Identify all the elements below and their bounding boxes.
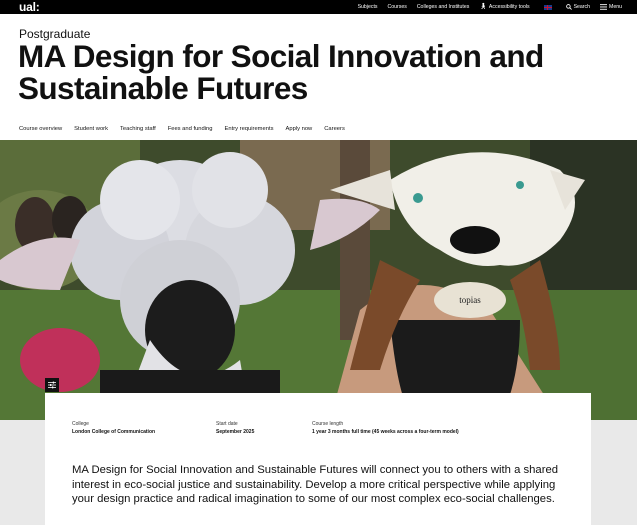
- nav-menu-label: Menu: [609, 4, 622, 10]
- fact-start-date: Start date September 2025: [216, 420, 312, 436]
- fact-college: College London College of Communication: [72, 420, 216, 436]
- global-nav: Subjects Courses Colleges and Institutes…: [353, 0, 627, 14]
- fact-course-length-label: Course length: [312, 421, 344, 427]
- subnav-course-overview[interactable]: Course overview: [19, 126, 62, 132]
- nav-language[interactable]: [535, 4, 561, 10]
- mask-text: topias: [459, 295, 481, 305]
- fact-college-value: London College of Communication: [72, 429, 156, 435]
- course-summary-card: College London College of Communication …: [45, 393, 591, 525]
- sliders-icon: [48, 381, 56, 389]
- fact-start-date-value: September 2025: [216, 429, 255, 435]
- nav-menu[interactable]: Menu: [595, 0, 627, 14]
- fact-college-label: College: [72, 421, 89, 427]
- hero-illustration: topias: [0, 140, 637, 420]
- hero-image: topias: [0, 140, 637, 420]
- course-description: MA Design for Social Innovation and Sust…: [72, 464, 559, 505]
- nav-search-label: Search: [573, 4, 591, 10]
- nav-courses[interactable]: Courses: [382, 0, 411, 14]
- ual-logo[interactable]: ual:: [19, 0, 40, 14]
- nav-accessibility-label: Accessibility tools: [488, 4, 530, 10]
- subnav-teaching-staff[interactable]: Teaching staff: [120, 126, 156, 132]
- page-title: MA Design for Social Innovation and Sust…: [18, 38, 544, 106]
- subnav-entry-requirements[interactable]: Entry requirements: [225, 126, 274, 132]
- subnav-fees-funding[interactable]: Fees and funding: [168, 126, 213, 132]
- global-header: ual: Subjects Courses Colleges and Insti…: [0, 0, 637, 14]
- accessibility-icon: 🚶︎: [479, 4, 487, 10]
- search-icon: [565, 4, 572, 10]
- subnav-student-work[interactable]: Student work: [74, 126, 108, 132]
- nav-subjects[interactable]: Subjects: [353, 0, 383, 14]
- nav-subjects-label: Subjects: [357, 4, 378, 10]
- nav-accessibility[interactable]: 🚶︎ Accessibility tools: [474, 0, 534, 14]
- nav-colleges[interactable]: Colleges and Institutes: [412, 0, 474, 14]
- subnav-careers[interactable]: Careers: [324, 126, 345, 132]
- course-facts: College London College of Communication …: [72, 420, 572, 436]
- subnav-apply-now[interactable]: Apply now: [285, 126, 312, 132]
- menu-icon: [600, 4, 608, 10]
- image-controls-button[interactable]: [45, 378, 59, 392]
- nav-colleges-label: Colleges and Institutes: [416, 4, 470, 10]
- fact-course-length-value: 1 year 3 months full time (45 weeks acro…: [312, 429, 459, 435]
- nav-courses-label: Courses: [387, 4, 407, 10]
- fact-course-length: Course length 1 year 3 months full time …: [312, 420, 572, 436]
- fact-start-date-label: Start date: [216, 421, 238, 427]
- course-subnav: Course overview Student work Teaching st…: [19, 126, 357, 132]
- uk-flag-icon: [543, 4, 552, 10]
- nav-search[interactable]: Search: [561, 0, 595, 14]
